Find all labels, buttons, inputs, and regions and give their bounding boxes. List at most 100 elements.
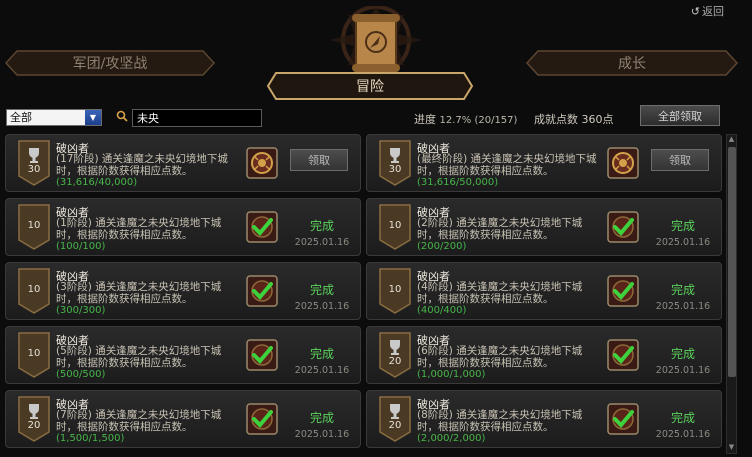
complete-date: 2025.01.16: [655, 237, 711, 248]
achievement-card: 10 破凶者 (5阶段) 通关逢魔之未央幻境地下城时，根据阶数获得相应点数。 (…: [5, 326, 361, 384]
chevron-down-icon[interactable]: ▼: [85, 110, 101, 125]
points-summary: 成就点数 360点: [534, 111, 614, 127]
scroll-thumb[interactable]: [728, 147, 736, 377]
scroll-down-icon[interactable]: ▼: [727, 443, 736, 453]
achievement-progress: (31,616/50,000): [417, 177, 499, 188]
points-badge-value: 10: [27, 284, 41, 295]
complete-date: 2025.01.16: [655, 365, 711, 376]
checkmark-icon: [607, 275, 639, 307]
points-badge: 20: [18, 396, 50, 442]
points-badge-value: 20: [388, 356, 402, 367]
trophy-icon: [18, 396, 50, 442]
complete-status: 完成: [670, 347, 695, 361]
complete-date: 2025.01.16: [294, 429, 350, 440]
tab-growth-label: 成长: [618, 56, 646, 72]
points-badge-value: 30: [27, 164, 41, 175]
achievement-card: 20 破凶者 (6阶段) 通关逢魔之未央幻境地下城时，根据阶数获得相应点数。 (…: [366, 326, 722, 384]
scrollbar[interactable]: ▲ ▼: [726, 134, 737, 454]
tab-adventure[interactable]: 冒险: [266, 71, 474, 101]
checkmark-icon: [246, 403, 278, 435]
claim-label: 领取: [669, 154, 691, 167]
claim-label: 领取: [308, 154, 330, 167]
achievement-description: (17阶段) 通关逢魔之未央幻境地下城时，根据阶数获得相应点数。: [56, 153, 228, 177]
complete-date: 2025.01.16: [294, 301, 350, 312]
points-badge-value: 20: [388, 420, 402, 431]
scroll-up-icon[interactable]: ▲: [727, 135, 736, 145]
achievement-description: (5阶段) 通关逢魔之未央幻境地下城时，根据阶数获得相应点数。: [56, 345, 222, 369]
achievement-progress: (100/100): [56, 241, 106, 252]
tab-legion-siege-label: 军团/攻坚战: [72, 56, 148, 72]
tab-legion-siege[interactable]: 军团/攻坚战: [5, 50, 215, 76]
points-value: 360点: [581, 113, 614, 126]
achievement-card: 10 破凶者 (4阶段) 通关逢魔之未央幻境地下城时，根据阶数获得相应点数。 (…: [366, 262, 722, 320]
claim-all-button[interactable]: 全部领取: [640, 105, 720, 126]
achievement-card: 30 破凶者 (最终阶段) 通关逢魔之未央幻境地下城时，根据阶数获得相应点数。 …: [366, 134, 722, 192]
points-badge-value: 30: [388, 164, 402, 175]
achievement-progress: (2,000/2,000): [417, 433, 486, 444]
achievement-card: 30 破凶者 (17阶段) 通关逢魔之未央幻境地下城时，根据阶数获得相应点数。 …: [5, 134, 361, 192]
points-badge: 10: [18, 332, 50, 378]
points-badge: 30: [379, 140, 411, 186]
achievement-description: (6阶段) 通关逢魔之未央幻境地下城时，根据阶数获得相应点数。: [417, 345, 583, 369]
complete-date: 2025.01.16: [294, 365, 350, 376]
search-input[interactable]: [132, 109, 262, 127]
tab-growth[interactable]: 成长: [526, 50, 738, 76]
achievement-progress: (1,000/1,000): [417, 369, 486, 380]
category-filter-value: 全部: [10, 111, 32, 124]
back-label: 返回: [702, 5, 724, 18]
reward-medal-icon: [246, 147, 278, 179]
points-badge: 30: [18, 140, 50, 186]
achievement-card: 10 破凶者 (1阶段) 通关逢魔之未央幻境地下城时，根据阶数获得相应点数。 (…: [5, 198, 361, 256]
achievement-description: (最终阶段) 通关逢魔之未央幻境地下城时，根据阶数获得相应点数。: [417, 153, 597, 177]
achievement-description: (2阶段) 通关逢魔之未央幻境地下城时，根据阶数获得相应点数。: [417, 217, 583, 241]
complete-date: 2025.01.16: [294, 237, 350, 248]
trophy-icon: [18, 140, 50, 186]
complete-status: 完成: [309, 283, 334, 297]
points-label: 成就点数: [534, 113, 578, 126]
complete-date: 2025.01.16: [655, 429, 711, 440]
complete-status: 完成: [309, 347, 334, 361]
points-badge: 20: [379, 332, 411, 378]
complete-status: 完成: [309, 411, 334, 425]
back-button[interactable]: ↺ 返回: [691, 3, 724, 19]
points-badge-value: 10: [388, 284, 402, 295]
complete-status: 完成: [670, 411, 695, 425]
achievement-description: (8阶段) 通关逢魔之未央幻境地下城时，根据阶数获得相应点数。: [417, 409, 583, 433]
trophy-icon: [379, 332, 411, 378]
progress-value: 12.7% (20/157): [439, 115, 518, 126]
tab-adventure-label: 冒险: [356, 79, 384, 95]
category-filter-select[interactable]: 全部 ▼: [6, 109, 102, 126]
search-icon: [116, 110, 128, 122]
complete-date: 2025.01.16: [655, 301, 711, 312]
checkmark-icon: [246, 339, 278, 371]
achievement-progress: (400/400): [417, 305, 467, 316]
achievement-progress: (200/200): [417, 241, 467, 252]
achievement-description: (4阶段) 通关逢魔之未央幻境地下城时，根据阶数获得相应点数。: [417, 281, 583, 305]
achievement-card: 10 破凶者 (2阶段) 通关逢魔之未央幻境地下城时，根据阶数获得相应点数。 (…: [366, 198, 722, 256]
complete-status: 完成: [670, 283, 695, 297]
claim-button[interactable]: 领取: [651, 149, 709, 171]
checkmark-icon: [246, 275, 278, 307]
points-badge-value: 20: [27, 420, 41, 431]
achievement-progress: (1,500/1,500): [56, 433, 125, 444]
achievement-description: (3阶段) 通关逢魔之未央幻境地下城时，根据阶数获得相应点数。: [56, 281, 222, 305]
complete-status: 完成: [670, 219, 695, 233]
checkmark-icon: [246, 211, 278, 243]
points-badge-value: 10: [27, 220, 41, 231]
checkmark-icon: [607, 339, 639, 371]
achievement-card: 20 破凶者 (7阶段) 通关逢魔之未央幻境地下城时，根据阶数获得相应点数。 (…: [5, 390, 361, 448]
trophy-icon: [379, 140, 411, 186]
checkmark-icon: [607, 211, 639, 243]
points-badge: 10: [379, 268, 411, 314]
claim-all-label: 全部领取: [658, 109, 702, 123]
trophy-icon: [379, 396, 411, 442]
progress-label: 进度: [414, 113, 436, 126]
points-badge: 10: [18, 204, 50, 250]
reward-medal-icon: [607, 147, 639, 179]
points-badge: 10: [18, 268, 50, 314]
scroll-emblem-icon: [330, 6, 422, 76]
achievement-description: (7阶段) 通关逢魔之未央幻境地下城时，根据阶数获得相应点数。: [56, 409, 222, 433]
claim-button[interactable]: 领取: [290, 149, 348, 171]
achievement-progress: (31,616/40,000): [56, 177, 138, 188]
achievement-card: 10 破凶者 (3阶段) 通关逢魔之未央幻境地下城时，根据阶数获得相应点数。 (…: [5, 262, 361, 320]
